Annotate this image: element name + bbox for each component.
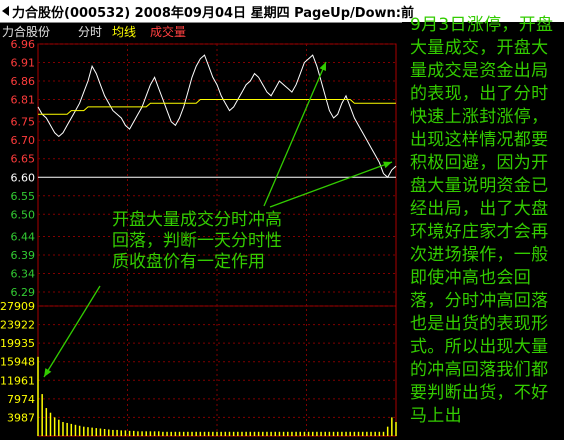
price-line: [37, 54, 397, 179]
price-tick-label: 6.75: [11, 116, 36, 129]
back-arrow-icon[interactable]: [2, 6, 9, 16]
price-tick-label: 6.50: [11, 208, 36, 221]
price-tick-label: 6.55: [11, 190, 36, 203]
price-tick-label: 6.29: [11, 286, 36, 299]
volume-tick-label: 23922: [0, 319, 35, 332]
arrow-to-close: [269, 161, 393, 208]
price-tick-label: 6.70: [11, 134, 36, 147]
avg-line-label: 均线: [112, 25, 136, 39]
arrow-to-peak: [263, 61, 327, 207]
price-tick-label: 6.60: [11, 171, 36, 184]
price-tick-label: 6.81: [11, 94, 36, 107]
window-title: 力合股份(000532) 2008年09月04日 星期四 PageUp/Down…: [12, 6, 414, 21]
arrow-to-volume-head: [44, 368, 52, 377]
volume-tick-label: 27909: [0, 300, 35, 313]
price-tick-label: 6.44: [11, 230, 36, 243]
price-tick-label: 6.65: [11, 153, 36, 166]
volume-tick-label: 19935: [0, 337, 35, 350]
price-tick-label: 6.34: [11, 267, 36, 280]
volume-tick-label: 15948: [0, 356, 35, 369]
chart-stock-name: 力合股份: [2, 24, 50, 39]
volume-tick-label: 7974: [7, 393, 35, 406]
volume-tick-label: 3987: [7, 411, 35, 424]
commentary-panel: 9月3日涨停，开盘大量成交，开盘大量成交是资金出局的表现，出了分时快速上涨封涨停…: [402, 15, 564, 440]
price-tick-label: 6.91: [11, 57, 36, 70]
volume-label: 成交量: [150, 24, 186, 39]
price-tick-label: 6.86: [11, 75, 36, 88]
left-annotation: 开盘大量成交分时冲高回落，判断一天分时性质收盘价有一定作用: [112, 210, 282, 272]
volume-tick-label: 11961: [0, 374, 35, 387]
price-tick-label: 6.96: [11, 38, 36, 51]
commentary-text: 9月3日涨停，开盘大量成交，开盘大量成交是资金出局的表现，出了分时快速上涨封涨停…: [410, 15, 554, 426]
chart-mode-label: 分时: [78, 25, 102, 39]
price-tick-label: 6.39: [11, 249, 36, 262]
arrow-to-volume: [43, 285, 101, 378]
arrow-to-close-head: [383, 161, 392, 169]
